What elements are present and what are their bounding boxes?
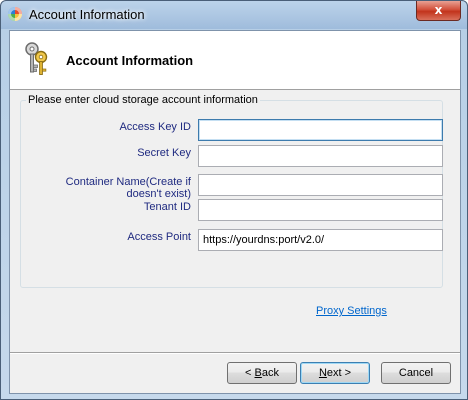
container-name-label-line2: doesn't exist) xyxy=(126,188,191,200)
footer-separator xyxy=(10,352,460,354)
proxy-settings-link[interactable]: Proxy Settings xyxy=(316,305,387,317)
wizard-body: Please enter cloud storage account infor… xyxy=(10,90,460,393)
secret-key-label: Secret Key xyxy=(137,147,191,159)
secret-key-input[interactable] xyxy=(198,145,443,167)
wizard-header: Account Information xyxy=(10,31,460,90)
back-button[interactable]: < Back xyxy=(227,362,297,384)
next-button-mnemonic: N xyxy=(318,367,327,379)
title-bar[interactable]: Account Information x xyxy=(1,1,467,29)
back-button-prefix: < xyxy=(245,367,255,379)
app-icon xyxy=(8,7,22,21)
container-name-input[interactable] xyxy=(198,174,443,196)
dialog-client-area: Account Information Please enter cloud s… xyxy=(9,30,461,394)
next-button-rest: ext > xyxy=(326,367,352,379)
dialog-window: Account Information x Account Informatio… xyxy=(0,0,468,400)
back-button-rest: ack xyxy=(261,367,279,379)
close-icon: x xyxy=(434,3,443,17)
keys-icon xyxy=(25,42,48,75)
account-info-group: Please enter cloud storage account infor… xyxy=(20,94,443,288)
next-button[interactable]: Next > xyxy=(300,362,370,384)
access-key-id-label: Access Key ID xyxy=(119,121,191,133)
group-label: Please enter cloud storage account infor… xyxy=(26,94,260,106)
tenant-id-label: Tenant ID xyxy=(143,201,191,213)
close-button[interactable]: x xyxy=(416,1,461,21)
window-title: Account Information xyxy=(29,7,145,22)
access-point-input[interactable] xyxy=(198,229,443,251)
access-point-label: Access Point xyxy=(127,231,191,243)
back-button-mnemonic: B xyxy=(254,367,262,379)
cancel-button[interactable]: Cancel xyxy=(381,362,451,384)
page-title: Account Information xyxy=(66,53,194,68)
access-key-id-input[interactable] xyxy=(198,119,443,141)
container-name-label-line1: Container Name(Create if xyxy=(65,176,191,188)
tenant-id-input[interactable] xyxy=(198,199,443,221)
